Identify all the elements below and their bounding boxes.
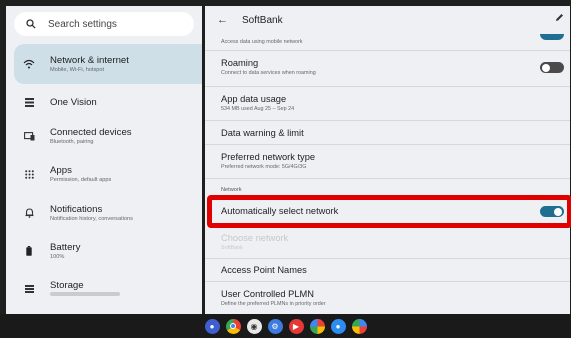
sidebar-item-title: Battery <box>50 242 81 253</box>
preferred-network-subtitle: Preferred network mode: 5G/4G/3G <box>221 164 307 170</box>
app-data-usage-subtitle: 534 MB used Aug 25 – Sep 24 <box>221 106 295 112</box>
sidebar-item-subtitle: 100% <box>50 254 65 260</box>
edit-pencil-icon[interactable] <box>555 13 564 25</box>
sidebar-item-title: One Vision <box>50 96 97 108</box>
mobile-data-toggle[interactable] <box>540 34 564 40</box>
sidebar-item-apps[interactable]: Apps Permission, default apps <box>14 159 202 189</box>
data-warning-title: Data warning & limit <box>221 128 304 138</box>
launcher-icon[interactable]: ● <box>204 318 220 334</box>
roaming-title: Roaming <box>221 58 259 68</box>
settings-icon[interactable]: ⚙ <box>267 318 283 334</box>
sidebar-item-subtitle: Bluetooth, pairing <box>50 139 94 145</box>
access-point-names-row[interactable]: Access Point Names <box>221 265 307 275</box>
battery-icon <box>22 244 36 258</box>
user-controlled-plmn-row[interactable]: User Controlled PLMN Define the preferre… <box>221 289 326 307</box>
sidebar-item-title: Network & internet <box>50 55 129 66</box>
sidebar-item-connected-devices[interactable]: Connected devices Bluetooth, pairing <box>14 121 202 151</box>
divider <box>205 86 570 87</box>
divider <box>205 144 570 145</box>
mobile-data-subtitle: Access data using mobile network <box>221 39 303 45</box>
settings-sidebar: Search settings Network & internet Mobil… <box>6 6 202 314</box>
plmn-title: User Controlled PLMN <box>221 289 315 299</box>
sidebar-item-storage[interactable]: Storage <box>14 274 202 304</box>
data-warning-limit-row[interactable]: Data warning & limit <box>221 128 304 138</box>
back-arrow-icon[interactable]: ← <box>217 14 228 26</box>
chrome-icon[interactable] <box>225 318 241 334</box>
devices-icon <box>22 129 36 143</box>
grid-icon <box>22 95 36 109</box>
search-icon <box>24 17 38 31</box>
divider <box>205 178 570 179</box>
sidebar-item-subtitle: Mobile, Wi-Fi, hotspot <box>50 67 105 73</box>
toggle-knob <box>542 63 550 72</box>
roaming-toggle[interactable] <box>540 62 564 73</box>
photos-icon[interactable] <box>309 318 325 334</box>
sidebar-item-battery[interactable]: Battery 100% <box>14 236 202 266</box>
section-label-network: Network <box>221 187 242 193</box>
sidebar-item-network-internet[interactable]: Network & internet Mobile, Wi-Fi, hotspo… <box>14 44 202 84</box>
assistant-icon[interactable] <box>351 318 367 334</box>
sidebar-item-notifications[interactable]: Notifications Notification history, conv… <box>14 198 202 228</box>
sidebar-item-title: Connected devices <box>50 127 132 138</box>
sidebar-item-title: Notifications <box>50 204 103 215</box>
app-data-usage-row[interactable]: App data usage 534 MB used Aug 25 – Sep … <box>221 94 294 112</box>
divider <box>205 120 570 121</box>
sidebar-item-subtitle: Notification history, conversations <box>50 216 133 222</box>
bell-icon <box>22 206 36 220</box>
youtube-icon[interactable]: ▶ <box>288 318 304 334</box>
preferred-network-title: Preferred network type <box>221 152 316 162</box>
highlight-annotation <box>207 195 571 228</box>
screen: Search settings Network & internet Mobil… <box>0 0 571 338</box>
choose-network-title: Choose network <box>221 233 289 243</box>
sidebar-item-one-vision[interactable]: One Vision <box>14 91 202 113</box>
choose-network-row: Choose network SoftBank <box>221 233 288 251</box>
play-games-icon[interactable]: ● <box>330 318 346 334</box>
search-placeholder: Search settings <box>48 18 117 30</box>
app-data-usage-title: App data usage <box>221 94 287 104</box>
detail-topbar: ← SoftBank <box>205 6 570 34</box>
mobile-data-row-clipped[interactable]: Access data using mobile network <box>221 37 303 45</box>
detail-pane: ← SoftBank Access data using mobile netw… <box>205 6 570 314</box>
preferred-network-type-row[interactable]: Preferred network type Preferred network… <box>221 152 315 170</box>
plmn-subtitle: Define the preferred PLMNs in priority o… <box>221 301 326 307</box>
page-title: SoftBank <box>242 14 283 26</box>
roaming-subtitle: Connect to data services when roaming <box>221 70 316 76</box>
choose-network-subtitle: SoftBank <box>221 245 243 251</box>
sidebar-item-subtitle: Permission, default apps <box>50 177 112 183</box>
sidebar-item-title: Apps <box>50 165 72 176</box>
apps-icon <box>22 167 36 181</box>
apn-title: Access Point Names <box>221 265 307 275</box>
storage-icon <box>22 282 36 296</box>
storage-usage-redacted <box>50 292 120 298</box>
divider <box>205 258 570 259</box>
taskbar: ● ◉ ⚙ ▶ ● <box>0 314 571 338</box>
search-settings-field[interactable]: Search settings <box>14 12 194 36</box>
divider <box>205 50 570 51</box>
sidebar-item-title: Storage <box>50 280 84 291</box>
camera-icon[interactable]: ◉ <box>246 318 262 334</box>
divider <box>205 281 570 282</box>
wifi-icon <box>22 57 36 71</box>
roaming-row[interactable]: Roaming Connect to data services when ro… <box>221 58 316 76</box>
